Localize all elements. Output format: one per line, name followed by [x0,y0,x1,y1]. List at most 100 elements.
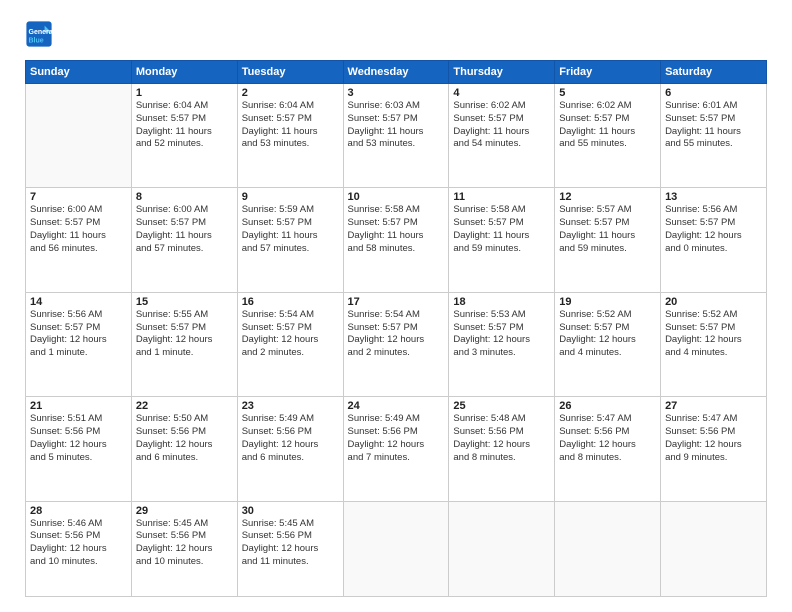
day-number: 19 [559,296,656,308]
header: General Blue [25,20,767,48]
day-number: 6 [665,87,762,99]
day-number: 23 [242,400,339,412]
calendar-cell [661,501,767,596]
calendar-cell [26,84,132,188]
calendar-cell: 10Sunrise: 5:58 AMSunset: 5:57 PMDayligh… [343,188,449,292]
day-info: Sunrise: 5:54 AMSunset: 5:57 PMDaylight:… [242,309,339,360]
calendar-cell: 29Sunrise: 5:45 AMSunset: 5:56 PMDayligh… [131,501,237,596]
day-info: Sunrise: 5:52 AMSunset: 5:57 PMDaylight:… [559,309,656,360]
calendar-cell: 15Sunrise: 5:55 AMSunset: 5:57 PMDayligh… [131,292,237,396]
day-info: Sunrise: 5:52 AMSunset: 5:57 PMDaylight:… [665,309,762,360]
day-number: 22 [136,400,233,412]
day-number: 29 [136,505,233,517]
day-info: Sunrise: 5:56 AMSunset: 5:57 PMDaylight:… [30,309,127,360]
calendar-cell: 26Sunrise: 5:47 AMSunset: 5:56 PMDayligh… [555,397,661,501]
day-info: Sunrise: 6:02 AMSunset: 5:57 PMDaylight:… [453,100,550,151]
day-number: 27 [665,400,762,412]
day-header: Monday [131,61,237,84]
day-number: 10 [348,191,445,203]
calendar-cell: 1Sunrise: 6:04 AMSunset: 5:57 PMDaylight… [131,84,237,188]
day-info: Sunrise: 5:49 AMSunset: 5:56 PMDaylight:… [242,413,339,464]
day-info: Sunrise: 5:57 AMSunset: 5:57 PMDaylight:… [559,204,656,255]
calendar-cell: 2Sunrise: 6:04 AMSunset: 5:57 PMDaylight… [237,84,343,188]
day-info: Sunrise: 5:56 AMSunset: 5:57 PMDaylight:… [665,204,762,255]
calendar-cell: 12Sunrise: 5:57 AMSunset: 5:57 PMDayligh… [555,188,661,292]
day-number: 18 [453,296,550,308]
day-info: Sunrise: 6:02 AMSunset: 5:57 PMDaylight:… [559,100,656,151]
day-info: Sunrise: 5:49 AMSunset: 5:56 PMDaylight:… [348,413,445,464]
day-number: 3 [348,87,445,99]
calendar-cell: 5Sunrise: 6:02 AMSunset: 5:57 PMDaylight… [555,84,661,188]
day-number: 7 [30,191,127,203]
day-number: 25 [453,400,550,412]
calendar-cell: 30Sunrise: 5:45 AMSunset: 5:56 PMDayligh… [237,501,343,596]
day-number: 13 [665,191,762,203]
day-number: 16 [242,296,339,308]
calendar-cell: 13Sunrise: 5:56 AMSunset: 5:57 PMDayligh… [661,188,767,292]
day-info: Sunrise: 6:04 AMSunset: 5:57 PMDaylight:… [242,100,339,151]
day-info: Sunrise: 5:45 AMSunset: 5:56 PMDaylight:… [242,518,339,569]
day-info: Sunrise: 5:58 AMSunset: 5:57 PMDaylight:… [348,204,445,255]
day-info: Sunrise: 5:54 AMSunset: 5:57 PMDaylight:… [348,309,445,360]
calendar-cell: 14Sunrise: 5:56 AMSunset: 5:57 PMDayligh… [26,292,132,396]
calendar-cell: 27Sunrise: 5:47 AMSunset: 5:56 PMDayligh… [661,397,767,501]
day-number: 1 [136,87,233,99]
calendar-cell: 20Sunrise: 5:52 AMSunset: 5:57 PMDayligh… [661,292,767,396]
calendar-cell: 19Sunrise: 5:52 AMSunset: 5:57 PMDayligh… [555,292,661,396]
calendar-cell: 22Sunrise: 5:50 AMSunset: 5:56 PMDayligh… [131,397,237,501]
calendar-cell: 6Sunrise: 6:01 AMSunset: 5:57 PMDaylight… [661,84,767,188]
svg-text:Blue: Blue [29,37,44,44]
calendar-cell [343,501,449,596]
day-number: 5 [559,87,656,99]
calendar-cell: 8Sunrise: 6:00 AMSunset: 5:57 PMDaylight… [131,188,237,292]
logo: General Blue [25,20,53,48]
day-number: 15 [136,296,233,308]
calendar-cell: 25Sunrise: 5:48 AMSunset: 5:56 PMDayligh… [449,397,555,501]
day-info: Sunrise: 5:58 AMSunset: 5:57 PMDaylight:… [453,204,550,255]
calendar-cell: 21Sunrise: 5:51 AMSunset: 5:56 PMDayligh… [26,397,132,501]
calendar-cell: 18Sunrise: 5:53 AMSunset: 5:57 PMDayligh… [449,292,555,396]
day-info: Sunrise: 5:53 AMSunset: 5:57 PMDaylight:… [453,309,550,360]
day-number: 9 [242,191,339,203]
calendar-cell: 4Sunrise: 6:02 AMSunset: 5:57 PMDaylight… [449,84,555,188]
day-number: 20 [665,296,762,308]
day-info: Sunrise: 6:00 AMSunset: 5:57 PMDaylight:… [136,204,233,255]
calendar-table: SundayMondayTuesdayWednesdayThursdayFrid… [25,60,767,597]
day-info: Sunrise: 5:48 AMSunset: 5:56 PMDaylight:… [453,413,550,464]
day-number: 11 [453,191,550,203]
day-header: Thursday [449,61,555,84]
day-number: 28 [30,505,127,517]
day-info: Sunrise: 5:55 AMSunset: 5:57 PMDaylight:… [136,309,233,360]
day-number: 12 [559,191,656,203]
calendar-cell [449,501,555,596]
day-info: Sunrise: 6:01 AMSunset: 5:57 PMDaylight:… [665,100,762,151]
calendar-cell: 23Sunrise: 5:49 AMSunset: 5:56 PMDayligh… [237,397,343,501]
day-header: Sunday [26,61,132,84]
day-info: Sunrise: 5:59 AMSunset: 5:57 PMDaylight:… [242,204,339,255]
calendar-cell: 11Sunrise: 5:58 AMSunset: 5:57 PMDayligh… [449,188,555,292]
day-info: Sunrise: 6:04 AMSunset: 5:57 PMDaylight:… [136,100,233,151]
day-header: Tuesday [237,61,343,84]
day-number: 17 [348,296,445,308]
day-info: Sunrise: 5:47 AMSunset: 5:56 PMDaylight:… [559,413,656,464]
calendar-cell: 24Sunrise: 5:49 AMSunset: 5:56 PMDayligh… [343,397,449,501]
day-info: Sunrise: 6:03 AMSunset: 5:57 PMDaylight:… [348,100,445,151]
day-number: 14 [30,296,127,308]
calendar-cell: 28Sunrise: 5:46 AMSunset: 5:56 PMDayligh… [26,501,132,596]
day-number: 4 [453,87,550,99]
day-number: 24 [348,400,445,412]
day-info: Sunrise: 5:50 AMSunset: 5:56 PMDaylight:… [136,413,233,464]
day-number: 8 [136,191,233,203]
day-info: Sunrise: 5:51 AMSunset: 5:56 PMDaylight:… [30,413,127,464]
day-number: 30 [242,505,339,517]
day-info: Sunrise: 6:00 AMSunset: 5:57 PMDaylight:… [30,204,127,255]
day-number: 2 [242,87,339,99]
day-header: Wednesday [343,61,449,84]
day-header: Friday [555,61,661,84]
day-number: 26 [559,400,656,412]
day-info: Sunrise: 5:46 AMSunset: 5:56 PMDaylight:… [30,518,127,569]
day-info: Sunrise: 5:47 AMSunset: 5:56 PMDaylight:… [665,413,762,464]
calendar-cell [555,501,661,596]
calendar-cell: 16Sunrise: 5:54 AMSunset: 5:57 PMDayligh… [237,292,343,396]
calendar-cell: 3Sunrise: 6:03 AMSunset: 5:57 PMDaylight… [343,84,449,188]
